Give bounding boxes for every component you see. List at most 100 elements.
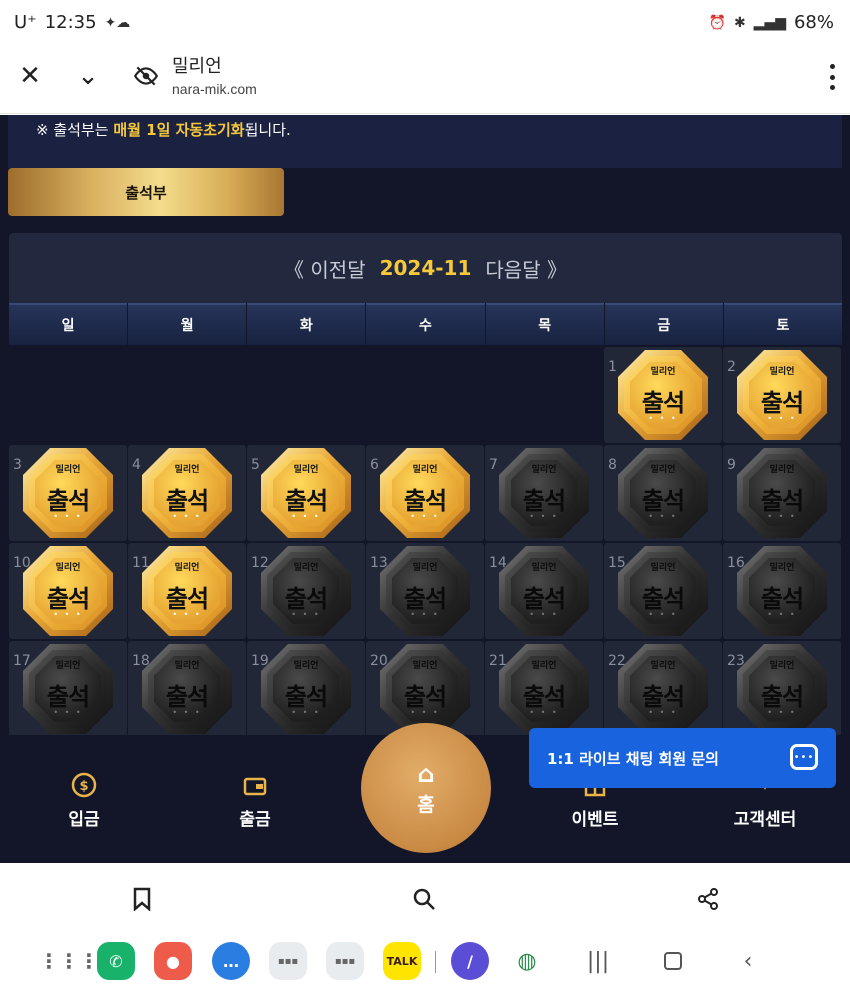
attendance-stamp-icon: 밀리언 출석 • • •	[261, 448, 351, 538]
day-number: 7	[489, 457, 498, 473]
page-url[interactable]: nara-mik.com	[172, 81, 257, 97]
calendar-day[interactable]: 밀리언 출석 • • • 23	[723, 641, 841, 737]
nav-withdraw[interactable]: 출금	[195, 771, 315, 830]
stamp-dots: • • •	[767, 512, 797, 521]
calendar-day[interactable]: 밀리언 출석 • • • 7	[485, 445, 603, 541]
attendance-stamp-inactive-icon: 밀리언 출석 • • •	[618, 546, 708, 636]
weekday-label: 일	[9, 303, 128, 345]
calendar-day[interactable]: 밀리언 출석 • • • 1	[604, 347, 722, 443]
recent-apps-icon[interactable]: |||	[580, 945, 616, 977]
calendar-day[interactable]: 밀리언 출석 • • • 9	[723, 445, 841, 541]
stamp-brand: 밀리언	[174, 465, 200, 475]
live-chat-button[interactable]: 1:1 라이브 채팅 회원 문의 •••	[529, 728, 836, 788]
day-number: 20	[370, 653, 388, 669]
day-number: 2	[727, 359, 736, 375]
next-month-link[interactable]: 다음달 》	[485, 254, 567, 283]
nav-event-label: 이벤트	[571, 810, 619, 830]
home-button[interactable]: ⌂ 홈	[361, 723, 491, 853]
calendar-empty-cell	[366, 347, 484, 443]
calendar-day[interactable]: 밀리언출석 • • • 17	[9, 641, 127, 737]
calendar-day[interactable]: 밀리언 출석 • • • 22	[604, 641, 722, 737]
weekday-label: 월	[128, 303, 247, 345]
attendance-stamp-icon: 밀리언 출석 • • •	[618, 350, 708, 440]
day-number: 15	[608, 555, 626, 571]
calendar-day[interactable]: 밀리언 출석 • • • 5	[247, 445, 365, 541]
kakaotalk-app-icon[interactable]: TALK	[383, 942, 421, 980]
chevron-down-icon[interactable]: ⌄	[68, 56, 108, 96]
stamp-brand: 밀리언	[769, 465, 795, 475]
alarm-icon: ⏰	[708, 14, 726, 31]
globe-app-icon[interactable]: ◍	[508, 942, 546, 980]
calendar-empty-cell	[485, 347, 603, 443]
weekday-label: 토	[723, 303, 842, 345]
contacts-app-icon[interactable]: ●	[154, 942, 192, 980]
stamp-dots: • • •	[767, 708, 797, 717]
home-label: 홈	[417, 793, 435, 816]
app-folder-icon[interactable]: ▪▪▪	[269, 942, 307, 980]
phone-app-icon[interactable]: ✆	[97, 942, 135, 980]
calendar-day[interactable]: 밀리언 출석 • • • 19	[247, 641, 365, 737]
prev-month-link[interactable]: 《 이전달	[284, 254, 366, 283]
weekday-label: 목	[485, 303, 604, 345]
day-number: 5	[251, 457, 260, 473]
weekday-header: 일월화수목금토	[9, 303, 842, 345]
android-dock: ⋮⋮⋮ ✆ ● … ▪▪▪ ▪▪▪ TALK / ◍ ||| ‹	[0, 933, 850, 989]
app-folder-icon[interactable]: ▪▪▪	[326, 942, 364, 980]
calendar-day[interactable]: 밀리언 출석 • • • 12	[247, 543, 365, 639]
attendance-stamp-inactive-icon: 밀리언 출석 • • •	[380, 546, 470, 636]
calendar-day[interactable]: 밀리언 출석 • • • 21	[485, 641, 603, 737]
back-icon[interactable]: ‹	[730, 945, 766, 977]
calendar-day[interactable]: 밀리언 출석 • • • 6	[366, 445, 484, 541]
attendance-button[interactable]: 출석부	[8, 168, 284, 216]
carrier-label: U⁺	[14, 12, 37, 33]
close-icon[interactable]: ✕	[10, 56, 50, 96]
stamp-dots: • • •	[529, 610, 559, 619]
calendar-day[interactable]: 밀리언 출석 • • • 13	[366, 543, 484, 639]
stamp-brand: 밀리언	[174, 563, 200, 573]
attendance-stamp-icon: 밀리언 출석 • • •	[380, 448, 470, 538]
stamp-brand: 밀리언	[55, 661, 81, 671]
bookmark-icon[interactable]	[124, 881, 160, 917]
messages-app-icon[interactable]: …	[212, 942, 250, 980]
calendar-day[interactable]: 밀리언 출석 • • • 3	[9, 445, 127, 541]
stamp-text: 출석	[641, 683, 685, 711]
more-options-icon[interactable]	[828, 64, 836, 90]
calendar-day[interactable]: 밀리언 출석 • • • 16	[723, 543, 841, 639]
stamp-text: 출석	[403, 487, 447, 515]
weekday-label: 금	[604, 303, 723, 345]
signal-icon: ▂▄▆	[753, 14, 786, 31]
stamp-dots: • • •	[410, 610, 440, 619]
day-number: 12	[251, 555, 269, 571]
calendar-day[interactable]: 밀리언 출석 • • • 10	[9, 543, 127, 639]
calendar-day[interactable]: 밀리언 출석 • • • 8	[604, 445, 722, 541]
day-number: 17	[13, 653, 31, 669]
eye-off-icon[interactable]	[126, 56, 166, 96]
stamp-text: 출석	[46, 683, 90, 711]
app-drawer-icon[interactable]: ⋮⋮⋮	[39, 942, 99, 980]
stamp-dots: • • •	[53, 512, 83, 521]
nav-deposit[interactable]: $ 입금	[24, 771, 144, 830]
calendar-day[interactable]: 밀리언 출석 • • • 2	[723, 347, 841, 443]
calendar-day[interactable]: 밀리언 출석 • • • 11	[128, 543, 246, 639]
bluetooth-icon: ✱	[733, 14, 746, 31]
internet-app-icon[interactable]: /	[451, 942, 489, 980]
day-number: 6	[370, 457, 379, 473]
home-system-icon[interactable]	[655, 945, 691, 977]
share-icon[interactable]	[690, 881, 726, 917]
stamp-brand: 밀리언	[293, 563, 319, 573]
calendar-day[interactable]: 밀리언 출석 • • • 15	[604, 543, 722, 639]
attendance-stamp-icon: 밀리언 출석 • • •	[23, 546, 113, 636]
dock-separator	[435, 951, 436, 973]
stamp-text: 출석	[284, 683, 328, 711]
attendance-stamp-inactive-icon: 밀리언 출석 • • •	[737, 546, 827, 636]
calendar-day[interactable]: 밀리언 출석 • • • 18	[128, 641, 246, 737]
attendance-stamp-inactive-icon: 밀리언 출석 • • •	[261, 644, 351, 734]
search-icon[interactable]	[406, 881, 442, 917]
stamp-dots: • • •	[172, 708, 202, 717]
attendance-stamp-icon: 밀리언 출석 • • •	[142, 448, 232, 538]
stamp-dots: • • •	[53, 610, 83, 619]
svg-text:$: $	[79, 779, 88, 794]
calendar-day[interactable]: 밀리언 출석 • • • 4	[128, 445, 246, 541]
stamp-dots: • • •	[53, 708, 83, 717]
calendar-day[interactable]: 밀리언 출석 • • • 14	[485, 543, 603, 639]
